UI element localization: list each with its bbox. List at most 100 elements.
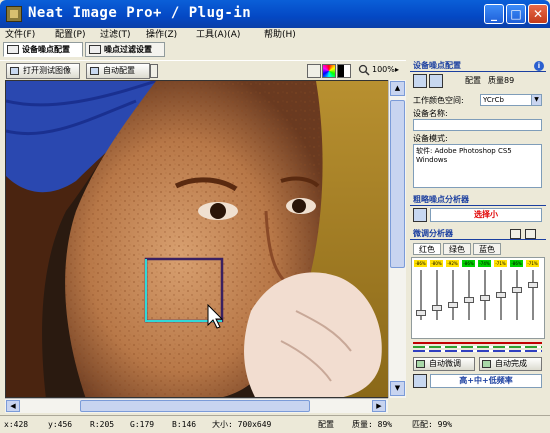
- horizontal-scrollbar[interactable]: ◀ ▶: [5, 398, 388, 413]
- horizontal-scroll-thumb[interactable]: [80, 400, 310, 412]
- profile-panel: 设备噪点配置 i 配置 质量89 工作颜色空间: YCrCb ▼ 设备名称: 设…: [410, 58, 546, 413]
- profile-label: 配置: [465, 76, 481, 85]
- slider-track[interactable]: [468, 270, 470, 320]
- slider-track[interactable]: [532, 270, 534, 320]
- device-mode-label: 设备模式:: [413, 134, 448, 143]
- zoom-level: 100%: [372, 65, 395, 74]
- slider-knob[interactable]: [528, 282, 538, 288]
- menu-file[interactable]: 文件(F): [5, 28, 35, 42]
- slider-knob[interactable]: [464, 297, 474, 303]
- auto-profile-dropdown[interactable]: [150, 64, 158, 78]
- tab-blue[interactable]: 蓝色: [473, 243, 501, 255]
- wrench-icon: [482, 360, 491, 368]
- slider-knob[interactable]: [496, 292, 506, 298]
- slider-percent: -71%: [494, 260, 507, 267]
- slider-knob[interactable]: [480, 294, 490, 301]
- open-folder-icon: [10, 67, 19, 75]
- slider-percent: -86%: [462, 260, 475, 267]
- status-profile: 配置: [318, 420, 334, 429]
- tab-device-noise-profile[interactable]: 设备噪点配置: [3, 42, 83, 57]
- status-match: 匹配: 99%: [412, 420, 453, 429]
- main-tabs: 设备噪点配置 噪点过滤设置: [0, 42, 550, 58]
- red-level-bar: [413, 342, 542, 344]
- app-icon: [6, 6, 22, 22]
- slider-track[interactable]: [436, 270, 438, 320]
- rough-analyze-icon[interactable]: [413, 208, 427, 222]
- auto-fine-tune-button[interactable]: 自动微调: [413, 357, 475, 371]
- info-icon[interactable]: i: [534, 61, 544, 71]
- grid-icon: [89, 45, 101, 54]
- profile-quality: 质量89: [488, 76, 515, 85]
- close-button[interactable]: ✕: [528, 4, 548, 24]
- slider-percent: -71%: [526, 260, 539, 267]
- slider-percent: -92%: [446, 260, 459, 267]
- auto-complete-button[interactable]: 自动完成: [479, 357, 542, 371]
- camera-icon: [7, 45, 19, 54]
- tab-noise-filter-settings[interactable]: 噪点过滤设置: [85, 42, 165, 57]
- status-y: y:456: [48, 420, 73, 429]
- button-label: 打开测试图像: [23, 66, 71, 75]
- blue-level-bar: [413, 350, 542, 352]
- slider-percent: -80%: [430, 260, 443, 267]
- slider-knob[interactable]: [512, 287, 522, 293]
- fine-tune-sliders: -86% -80% -92% -86% -74% -71% -86% -71%: [411, 257, 545, 339]
- chevron-down-icon: ▼: [531, 95, 541, 105]
- maximize-button[interactable]: □: [506, 4, 526, 24]
- device-name-field[interactable]: [413, 119, 542, 131]
- slider-knob[interactable]: [448, 302, 458, 308]
- tab-label: 噪点过滤设置: [104, 45, 152, 54]
- tab-green[interactable]: 绿色: [443, 243, 471, 255]
- vertical-scrollbar[interactable]: ▲ ▼: [388, 80, 406, 398]
- status-b: B:146: [172, 420, 197, 429]
- color-space-select[interactable]: YCrCb ▼: [480, 94, 542, 106]
- tab-red[interactable]: 红色: [413, 243, 441, 255]
- portrait-photo: [6, 81, 389, 397]
- scroll-up-icon[interactable]: ▲: [390, 81, 405, 96]
- view-mode-icon[interactable]: [307, 64, 321, 78]
- device-mode-field[interactable]: 软件: Adobe Photoshop CS5 Windows: [413, 144, 542, 188]
- status-quality: 质量: 89%: [352, 420, 393, 429]
- status-size: 大小: 700x649: [212, 420, 272, 429]
- auto-profile-button[interactable]: 自动配置: [86, 63, 150, 79]
- image-viewport[interactable]: [5, 80, 405, 398]
- menu-profile[interactable]: 配置(P): [55, 28, 85, 42]
- open-image-button[interactable]: 打开测试图像: [6, 63, 80, 79]
- green-level-bar: [413, 346, 542, 348]
- section-label: 微调分析器: [413, 229, 453, 238]
- wand-icon: [90, 67, 99, 75]
- frequency-edit-icon[interactable]: [413, 374, 427, 388]
- menu-action[interactable]: 操作(Z): [146, 28, 177, 42]
- check-icon: [416, 360, 425, 368]
- title-bar[interactable]: Neat Image Pro+ / Plug-in _ □ ✕: [0, 0, 550, 28]
- color-wheel-icon[interactable]: [322, 64, 336, 78]
- tab-label: 设备噪点配置: [22, 45, 70, 54]
- scroll-right-icon[interactable]: ▶: [372, 400, 386, 412]
- menu-tools[interactable]: 工具(A)(A): [196, 28, 240, 42]
- menu-help[interactable]: 帮助(H): [264, 28, 296, 42]
- menu-filter[interactable]: 过滤(T): [100, 28, 131, 42]
- load-profile-icon[interactable]: [413, 74, 427, 88]
- button-label: 自动完成: [495, 359, 527, 368]
- contrast-icon[interactable]: [337, 64, 351, 78]
- button-label: 自动微调: [429, 359, 461, 368]
- slider-percent: -86%: [510, 260, 523, 267]
- slider-track[interactable]: [452, 270, 454, 320]
- scroll-left-icon[interactable]: ◀: [6, 400, 20, 412]
- slider-track[interactable]: [516, 270, 518, 320]
- slider-knob[interactable]: [432, 304, 442, 311]
- vertical-scroll-thumb[interactable]: [390, 100, 405, 268]
- rough-analyzer-result: 选择小: [430, 208, 542, 222]
- undo-icon[interactable]: [510, 229, 521, 239]
- minimize-button[interactable]: _: [484, 4, 504, 24]
- scroll-down-icon[interactable]: ▼: [390, 381, 405, 396]
- status-g: G:179: [130, 420, 155, 429]
- zoom-arrow-icon[interactable]: ▸: [395, 63, 399, 77]
- magnifier-icon[interactable]: [358, 64, 370, 76]
- save-profile-icon[interactable]: [429, 74, 443, 88]
- device-name-label: 设备名称:: [413, 109, 448, 118]
- status-r: R:205: [90, 420, 115, 429]
- device-profile-title: 设备噪点配置 i: [410, 60, 546, 72]
- trash-icon[interactable]: [525, 229, 536, 239]
- slider-knob[interactable]: [416, 309, 426, 316]
- rough-analyzer-title: 粗略噪点分析器: [410, 194, 546, 206]
